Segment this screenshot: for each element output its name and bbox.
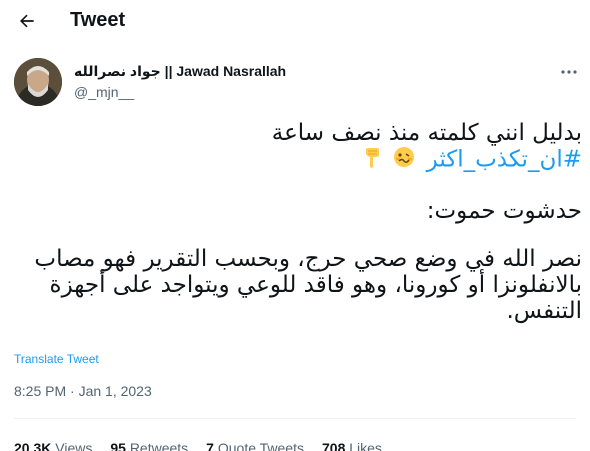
- quotes-label: Quote Tweets: [217, 440, 304, 451]
- page-title: Tweet: [70, 9, 126, 31]
- views-count: 20.3K: [14, 440, 52, 451]
- back-button[interactable]: [12, 6, 42, 36]
- woozy-face-emoji: [393, 146, 415, 174]
- tweet-paragraph: نصر الله في وضع صحي حرج، وبحسب التقرير ف…: [34, 246, 582, 324]
- likes-count: 708: [322, 440, 346, 451]
- quote-tweets-stat[interactable]: 7 Quote Tweets: [206, 440, 304, 451]
- more-button[interactable]: [556, 62, 582, 82]
- author-name[interactable]: جواد نصرالله || Jawad Nasrallah: [74, 63, 286, 80]
- more-dots-icon: [561, 70, 577, 74]
- tweet-line-1: بدليل انني كلمته منذ نصف ساعة: [271, 120, 582, 146]
- views-stat[interactable]: 20.3K Views: [14, 440, 92, 451]
- avatar[interactable]: [14, 58, 62, 106]
- translate-tweet-link[interactable]: Translate Tweet: [14, 352, 99, 366]
- hashtag-link[interactable]: #ان_تكذب_اكثر: [427, 147, 582, 173]
- tweet-timestamp[interactable]: 8:25 PM · Jan 1, 2023: [14, 383, 152, 399]
- views-label: Views: [55, 440, 93, 451]
- author-handle[interactable]: @_mjn__: [74, 84, 134, 100]
- retweets-count: 95: [110, 440, 126, 451]
- quotes-count: 7: [206, 440, 214, 451]
- tweet-body: بدليل انني كلمته منذ نصف ساعة #ان_تكذب_ا…: [14, 120, 582, 324]
- point-down-emoji: [362, 146, 382, 174]
- divider: [14, 418, 576, 419]
- engagement-stats: 20.3K Views 95 Retweets 7 Quote Tweets 7…: [14, 440, 382, 451]
- arrow-left-icon: [20, 14, 34, 28]
- likes-stat[interactable]: 708 Likes: [322, 440, 382, 451]
- header-bar: Tweet: [0, 0, 590, 44]
- retweets-stat[interactable]: 95 Retweets: [110, 440, 188, 451]
- tweet-line-2: #ان_تكذب_اكثر: [14, 146, 582, 174]
- avatar-photo: [14, 58, 62, 106]
- retweets-label: Retweets: [129, 440, 189, 451]
- likes-label: Likes: [349, 440, 382, 451]
- tweet-line-3: حدشوت حموت:: [426, 198, 582, 224]
- tweet-page: Tweet جواد نصرالله || Jawad Nasrallah @_…: [0, 0, 590, 451]
